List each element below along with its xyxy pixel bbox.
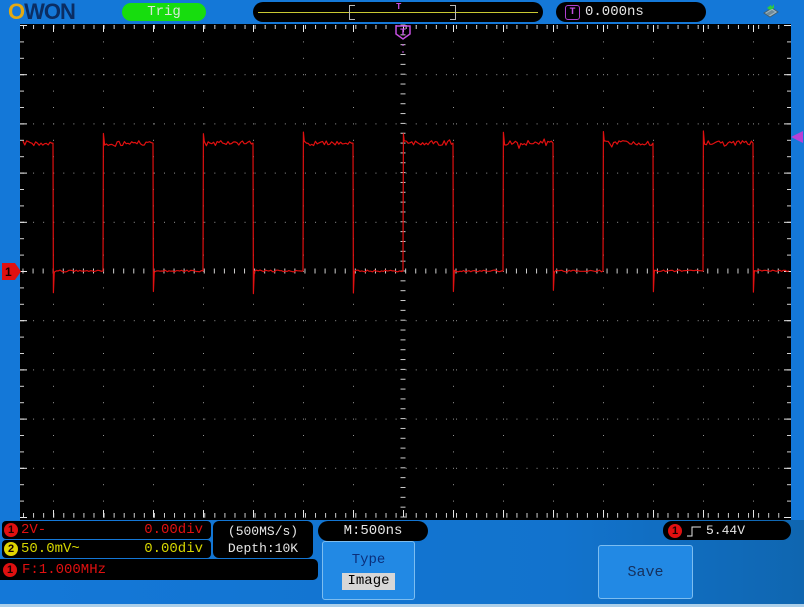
trigger-time-value: 0.000ns [585,4,644,20]
save-label: Save [627,563,664,581]
type-selected-value[interactable]: Image [342,572,395,590]
ch1-marker-label: 1 [5,264,12,279]
timebase-readout: M:500ns [318,521,428,541]
usb-storage-icon [760,3,780,26]
horizontal-window-indicator: T [253,2,543,22]
status-menu-bar: 1 2V- 0.00div 2 50.0mV~ 0.00div (500MS/s… [0,520,804,607]
trigger-status-badge: Trig [122,3,206,21]
trigger-level-readout: 1 5.44V [663,521,791,540]
trigger-level-arrow-icon [791,131,803,143]
window-trigger-icon: T [396,2,402,12]
ch2-badge: 2 [4,542,18,556]
trigger-channel-badge: 1 [668,523,682,538]
logo-won: WON [24,0,76,24]
window-bracket-right [450,5,456,20]
logo-o: O [8,0,25,24]
ch2-scale: 50.0mV~ [21,541,80,557]
trigger-level-value: 5.44V [706,523,746,538]
ch1-status-readout: 1 2V- 0.00div [2,521,211,539]
record-depth: Depth:10K [227,540,299,556]
rising-edge-icon [687,526,701,536]
frequency-readout: 1 F:1.000MHz [0,559,318,580]
trigger-t-icon: T [565,4,580,20]
owon-logo: OWON [8,0,76,24]
record-line [258,12,538,13]
ch1-scale: 2V- [21,522,47,538]
window-bracket-left [349,5,355,20]
type-label: Type [351,551,386,568]
sample-rate: (500MS/s) [227,523,299,539]
ch1-badge: 1 [4,523,18,537]
oscilloscope-screen: OWON Trig T T 0.000ns T 1 1 2V- 0.00div … [0,0,804,607]
ch1-level-marker: 1 [2,263,21,280]
save-button[interactable]: Save [598,545,693,599]
acquisition-readout: (500MS/s) Depth:10K [213,521,313,558]
waveform-display: T [20,24,791,520]
ch2-position: 0.00div [144,541,203,557]
type-menu-button[interactable]: Type Image [322,541,415,600]
trigger-position-t: T [400,28,406,39]
ch2-status-readout: 2 50.0mV~ 0.00div [2,540,211,558]
ch1-position: 0.00div [144,522,203,538]
frequency-value: F:1.000MHz [22,561,107,578]
freq-channel-badge: 1 [3,562,17,577]
trigger-time-readout: T 0.000ns [556,2,706,22]
